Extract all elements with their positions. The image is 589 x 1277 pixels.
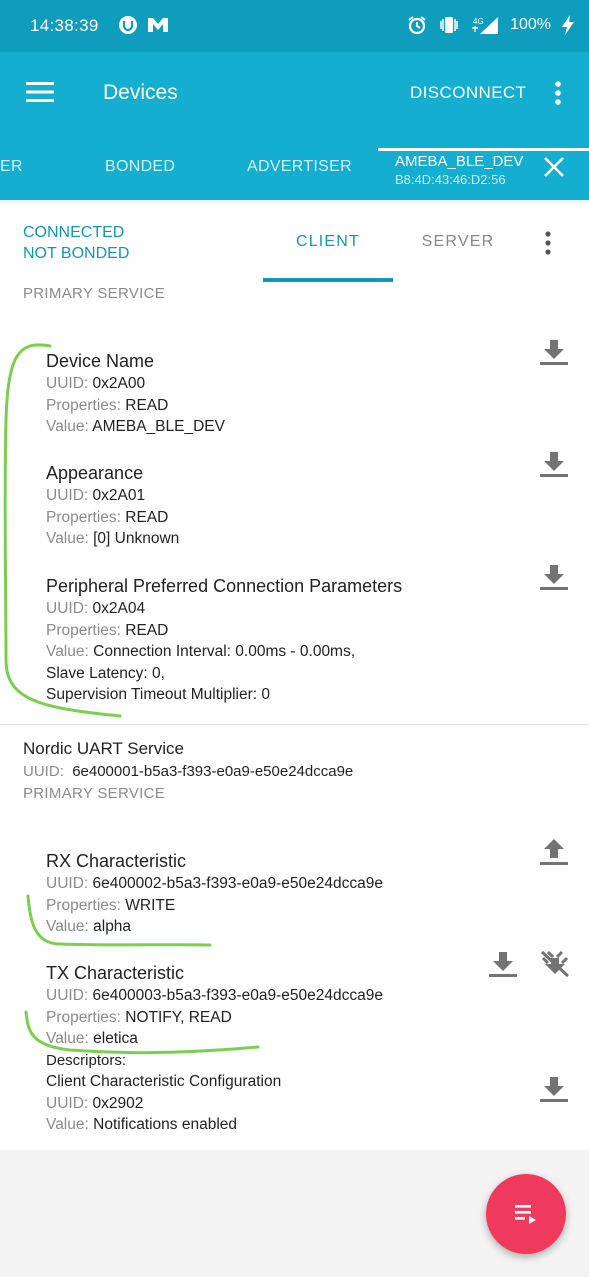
connected-label: CONNECTED xyxy=(23,224,125,241)
properties-value: READ xyxy=(125,621,169,639)
properties-value: READ xyxy=(125,508,169,526)
characteristic-tx[interactable]: TX Characteristic UUID: 6e400003-b5a3-f3… xyxy=(46,961,383,1136)
properties-label: Properties: xyxy=(46,1008,121,1026)
value-label: Value: xyxy=(46,918,89,935)
menu-icon[interactable] xyxy=(26,80,54,104)
value-text: AMEBA_BLE_DEV xyxy=(92,418,225,435)
service-type: PRIMARY SERVICE xyxy=(23,785,166,802)
log-list-icon xyxy=(515,1205,536,1224)
properties-label: Properties: xyxy=(46,508,121,526)
properties-value: NOTIFY, READ xyxy=(125,1008,232,1026)
device-tab-address: B8:4D:43:46:D2:56 xyxy=(395,172,506,187)
alarm-icon xyxy=(406,14,428,36)
value-label: Value: xyxy=(46,1030,89,1047)
close-icon[interactable] xyxy=(543,156,565,178)
uuid-label: UUID: xyxy=(46,487,89,504)
tab-advertiser[interactable]: ADVERTISER xyxy=(247,158,352,176)
characteristic-title: Peripheral Preferred Connection Paramete… xyxy=(46,576,403,596)
vpn-app-icon xyxy=(117,14,139,36)
tab-server[interactable]: SERVER xyxy=(393,233,523,251)
value-text-line3: Supervision Timeout Multiplier: 0 xyxy=(46,686,270,703)
tab-scanner-partial[interactable]: ER xyxy=(0,158,23,176)
services-list: PRIMARY SERVICE Device Name UUID: 0x2A00… xyxy=(0,282,589,1150)
characteristic-rx[interactable]: RX Characteristic UUID: 6e400002-b5a3-f3… xyxy=(46,849,383,938)
descriptor-title[interactable]: Client Characteristic Configuration xyxy=(46,1071,383,1093)
value-text: Connection Interval: 0.00ms - 0.00ms, xyxy=(93,643,356,660)
value-text: eletica xyxy=(93,1030,138,1047)
service-divider xyxy=(0,724,589,725)
properties-label: Properties: xyxy=(46,896,121,914)
svg-text:4G: 4G xyxy=(473,17,484,26)
service-uuid: UUID: 6e400001-b5a3-f393-e0a9-e50e24dcca… xyxy=(23,763,353,780)
value-label: Value: xyxy=(46,643,89,660)
more-vert-icon[interactable] xyxy=(540,230,556,256)
uuid-value: 0x2902 xyxy=(92,1094,144,1112)
service-type: PRIMARY SERVICE xyxy=(23,285,166,302)
value-label: Value: xyxy=(46,530,89,547)
more-vert-icon[interactable] xyxy=(548,80,568,106)
tab-indicator xyxy=(378,148,589,151)
uuid-value: 6e400002-b5a3-f393-e0a9-e50e24dcca9e xyxy=(92,875,383,892)
tab-client[interactable]: CLIENT xyxy=(263,203,393,282)
characteristic-appearance[interactable]: Appearance UUID: 0x2A01 Properties: READ… xyxy=(46,461,179,550)
app-bar: Devices DISCONNECT ER BONDED ADVERTISER … xyxy=(0,52,589,200)
connection-bar: CONNECTED NOT BONDED CLIENT SERVER xyxy=(0,203,589,282)
disconnect-button[interactable]: DISCONNECT xyxy=(410,83,526,103)
mail-app-icon xyxy=(147,14,169,36)
tab-bonded[interactable]: BONDED xyxy=(105,158,175,176)
value-label: Value: xyxy=(46,1116,89,1133)
properties-label: Properties: xyxy=(46,621,121,639)
log-fab[interactable] xyxy=(486,1174,566,1254)
service-name[interactable]: Nordic UART Service xyxy=(23,739,184,759)
app-title: Devices xyxy=(103,81,178,104)
uuid-label: UUID: xyxy=(46,600,89,617)
download-icon[interactable] xyxy=(539,1075,569,1103)
value-label: Value: xyxy=(46,418,89,435)
characteristic-connection-parameters[interactable]: Peripheral Preferred Connection Paramete… xyxy=(46,574,402,706)
value-text-line2: Slave Latency: 0, xyxy=(46,664,165,682)
device-tab-name: AMEBA_BLE_DEV xyxy=(395,153,524,170)
device-tabs: ER BONDED ADVERTISER AMEBA_BLE_DEV B8:4D… xyxy=(0,148,589,200)
characteristic-title: Device Name xyxy=(46,351,155,371)
download-icon[interactable] xyxy=(539,338,569,366)
status-bar: 14:38:39 4G 100% xyxy=(0,0,589,52)
properties-label: Properties: xyxy=(46,396,121,414)
battery-percent: 100% xyxy=(510,16,551,33)
properties-value: WRITE xyxy=(125,896,176,914)
uuid-label: UUID: xyxy=(46,987,89,1004)
download-icon[interactable] xyxy=(539,450,569,478)
uuid-value: 6e400001-b5a3-f393-e0a9-e50e24dcca9e xyxy=(72,763,354,780)
vibrate-icon xyxy=(438,14,460,36)
descriptors-heading: Descriptors: xyxy=(46,1051,127,1069)
status-system-icons: 4G 100% xyxy=(406,14,575,36)
properties-value: READ xyxy=(125,396,169,414)
uuid-label: UUID: xyxy=(23,763,64,780)
value-text: alpha xyxy=(93,918,132,935)
download-icon[interactable] xyxy=(488,950,518,978)
characteristic-title: RX Characteristic xyxy=(46,851,187,871)
uuid-value: 0x2A00 xyxy=(92,375,146,392)
tab-device-active[interactable]: AMEBA_BLE_DEV B8:4D:43:46:D2:56 xyxy=(378,148,589,200)
charging-icon xyxy=(561,14,575,36)
upload-icon[interactable] xyxy=(539,838,569,866)
characteristic-title: Appearance xyxy=(46,463,144,483)
status-notification-icons xyxy=(117,14,169,36)
download-icon[interactable] xyxy=(539,563,569,591)
uuid-label: UUID: xyxy=(46,375,89,392)
signal-4g-icon: 4G xyxy=(470,14,500,36)
bond-state-label: NOT BONDED xyxy=(23,245,130,262)
status-time: 14:38:39 xyxy=(30,16,99,35)
characteristic-title: TX Characteristic xyxy=(46,963,185,983)
notifications-off-icon[interactable] xyxy=(540,950,570,978)
uuid-label: UUID: xyxy=(46,875,89,892)
uuid-value: 0x2A01 xyxy=(92,487,146,504)
uuid-value: 0x2A04 xyxy=(92,600,146,617)
connection-status: CONNECTED NOT BONDED xyxy=(23,222,129,264)
value-text: [0] Unknown xyxy=(93,530,180,547)
characteristic-device-name[interactable]: Device Name UUID: 0x2A00 Properties: REA… xyxy=(46,349,225,438)
uuid-value: 6e400003-b5a3-f393-e0a9-e50e24dcca9e xyxy=(92,987,383,1004)
value-text: Notifications enabled xyxy=(93,1116,238,1133)
uuid-label: UUID: xyxy=(46,1094,89,1112)
